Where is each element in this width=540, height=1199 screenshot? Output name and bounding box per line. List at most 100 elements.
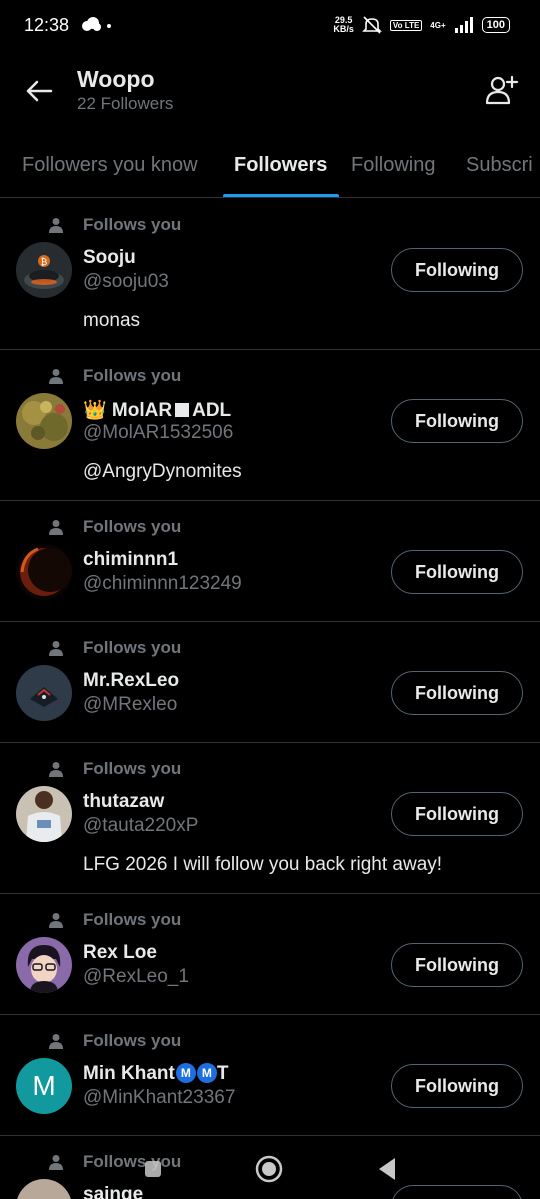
person-icon [49,520,63,535]
status-time: 12:38 [24,15,70,35]
triangle-back-icon [379,1158,395,1180]
follows-you-label: Follows you [83,638,182,657]
follows-you-label: Follows you [83,366,182,385]
avatar-image: ₿ [16,242,72,298]
list-item[interactable]: Follows you ₿ Sooju @sooju03 monas Follo… [0,199,540,350]
page-title: Woopo [77,66,155,92]
follows-you-label: Follows you [83,1031,182,1050]
following-button[interactable]: Following [391,943,523,987]
status-right-group: 29.5 KB/s Vo LTE 4G+ 100 [333,16,510,34]
tab-followers[interactable]: Followers [234,154,327,177]
notification-dot-icon [107,24,111,28]
avatar-image [16,544,72,600]
follows-you-indicator: Follows you [48,215,181,235]
tab-followers-you-know[interactable]: Followers you know [22,154,198,177]
following-button[interactable]: Following [391,399,523,443]
following-button[interactable]: Following [391,792,523,836]
avatar[interactable] [16,544,72,600]
display-name-prefix: Min Khant [83,1063,175,1084]
battery-icon: 100 [481,17,510,33]
avatar[interactable] [16,786,72,842]
follows-you-indicator: Follows you [48,1031,181,1051]
bio: monas [83,310,141,331]
avatar[interactable] [16,937,72,993]
person-icon [49,913,63,928]
display-name: Sooju [83,247,136,268]
avatar[interactable]: M [16,1058,72,1114]
list-item[interactable]: Follows you M Min Khant M M T @MinKhant2336… [0,1015,540,1136]
back-button[interactable] [22,74,56,108]
display-name: Rex Loe [83,942,157,963]
speed-unit: KB/s [333,24,354,34]
tab-subscriptions[interactable]: Subscri [466,154,533,177]
list-item[interactable]: Follows you chiminnn1 @chiminnn123249 Fo… [0,501,540,622]
signal-icon [454,17,473,33]
follows-you-indicator: Follows you [48,638,181,658]
username: @chiminnn123249 [83,573,242,594]
network-type: 4G+ [430,20,446,30]
active-tab-indicator [223,194,339,197]
follows-you-indicator: Follows you [48,517,181,537]
avatar[interactable]: ₿ [16,242,72,298]
system-nav-bar [0,1140,540,1199]
bio[interactable]: @AngryDynomites [83,461,242,483]
square-emoji-icon [175,403,190,417]
following-button[interactable]: Following [391,550,523,594]
add-user-button[interactable] [484,72,520,108]
follower-count: 22 Followers [77,94,174,113]
volte-badge: Vo LTE [389,19,423,31]
list-item[interactable]: Follows you thutazaw @tauta220xP LFG 202… [0,743,540,894]
person-icon [49,641,63,656]
follows-you-indicator: Follows you [48,366,181,386]
avatar-image [16,665,72,721]
display-name: thutazaw [83,791,165,812]
avatar[interactable] [16,665,72,721]
avatar-image [16,937,72,993]
username: @RexLeo_1 [83,966,189,987]
display-name: 👑 MolAR ADL [83,398,231,422]
recents-button[interactable] [138,1154,168,1184]
following-button[interactable]: Following [391,1064,523,1108]
cloud-icon [82,17,101,31]
status-bar: 12:38 29.5 KB/s Vo LTE 4G+ 100 [0,0,540,54]
follows-you-label: Follows you [83,759,182,778]
arrow-left-icon [26,80,53,102]
username: @MolAR1532506 [83,422,234,443]
avatar-image [16,786,72,842]
display-name-suffix: T [216,1063,229,1084]
display-name-prefix: 👑 MolAR [83,400,173,421]
username: @sooju03 [83,271,169,292]
mute-icon [361,16,382,34]
follows-you-label: Follows you [83,215,182,234]
follows-you-indicator: Follows you [48,759,181,779]
display-name-suffix: ADL [192,400,232,421]
bio: LFG 2026 I will follow you back right aw… [83,854,443,875]
avatar-letter: M [32,1070,56,1101]
tab-following[interactable]: Following [351,154,435,177]
person-icon [49,369,63,384]
back-nav-button[interactable] [372,1154,402,1184]
username: @MinKhant23367 [83,1087,236,1108]
follows-you-label: Follows you [83,910,182,929]
network-speed: 29.5 KB/s [333,16,354,34]
avatar[interactable] [16,393,72,449]
add-user-icon [485,75,519,105]
m-badge-icon: M [175,1063,196,1083]
person-icon [49,762,63,777]
tab-bar: Followers you know Followers Following S… [0,138,540,198]
list-item[interactable]: Follows you Rex Loe @RexLeo_1 Following [0,894,540,1015]
follows-you-indicator: Follows you [48,910,181,930]
list-item[interactable]: Follows you 👑 MolAR ADL @MolAR1532506 @An… [0,350,540,501]
following-button[interactable]: Following [391,671,523,715]
follows-you-label: Follows you [83,517,182,536]
list-item[interactable]: Follows you Mr.RexLeo @MRexleo Following [0,622,540,743]
person-icon [49,218,63,233]
header: Woopo 22 Followers [0,54,540,134]
person-icon [49,1034,63,1049]
recents-icon [145,1161,161,1177]
follower-list: Follows you ₿ Sooju @sooju03 monas Follo… [0,199,540,1199]
home-icon [255,1155,283,1183]
display-name: Mr.RexLeo [83,670,180,691]
home-button[interactable] [254,1154,284,1184]
following-button[interactable]: Following [391,248,523,292]
